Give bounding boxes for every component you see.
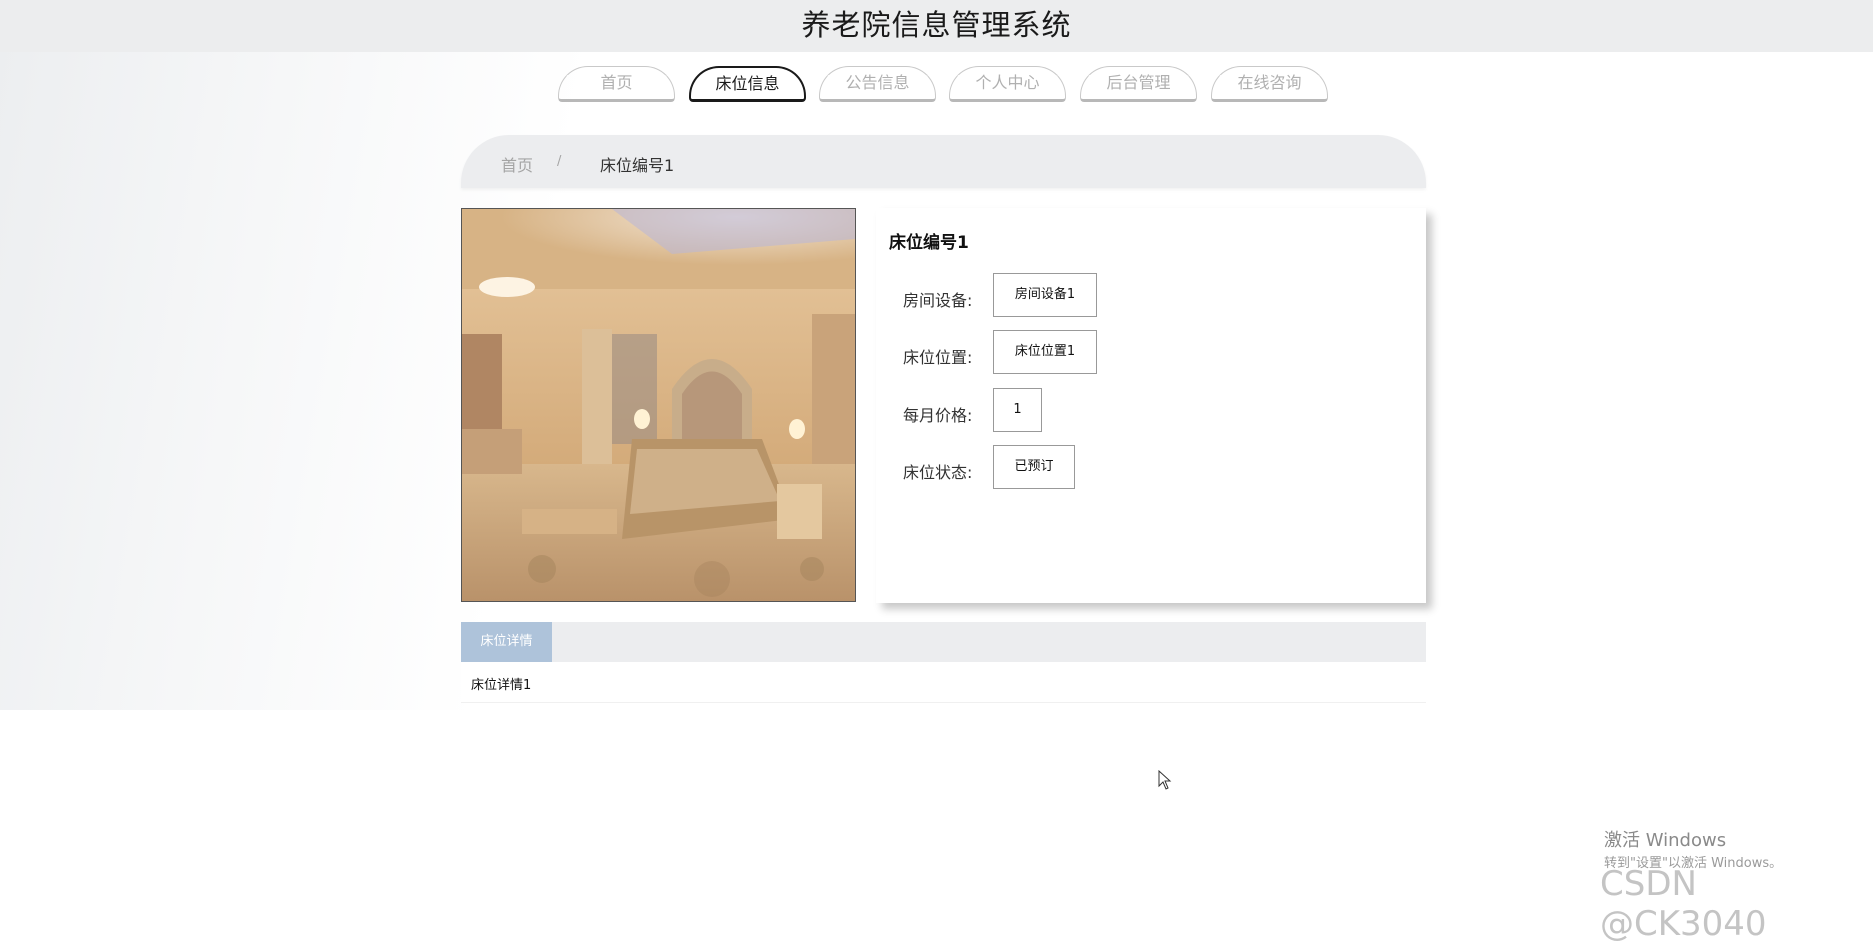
equipment-value: 房间设备1	[993, 273, 1097, 317]
nav-tab-home[interactable]: 首页	[558, 66, 675, 102]
bed-status-value: 已预订	[993, 445, 1075, 489]
bed-name: 床位编号1	[889, 233, 969, 253]
nav-tab-admin[interactable]: 后台管理	[1080, 66, 1197, 102]
bed-info-card: 床位编号1 房间设备: 房间设备1 床位位置: 床位位置1 每月价格: 1 床位…	[876, 208, 1426, 603]
monthly-price-label: 每月价格:	[903, 406, 973, 425]
detail-content: 床位详情1	[461, 662, 1426, 703]
equipment-label: 房间设备:	[903, 291, 973, 310]
breadcrumb-separator: /	[557, 154, 562, 169]
tab-bed-details[interactable]: 床位详情	[461, 622, 552, 662]
main-nav: 首页 床位信息 公告信息 个人中心 后台管理 在线咨询	[558, 66, 1332, 104]
nav-tab-bed-info[interactable]: 床位信息	[689, 66, 806, 102]
monthly-price-value: 1	[993, 388, 1042, 432]
site-header: 养老院信息管理系统	[0, 0, 1873, 52]
location-label: 床位位置:	[903, 348, 973, 367]
breadcrumb-home-link[interactable]: 首页	[501, 152, 533, 176]
breadcrumb-current: 床位编号1	[600, 156, 675, 175]
breadcrumb: 首页 / 床位编号1	[461, 135, 1426, 188]
nav-tab-online-consult[interactable]: 在线咨询	[1211, 66, 1328, 102]
detail-tab-bar: 床位详情	[461, 622, 1426, 662]
detail-text: 床位详情1	[471, 678, 532, 693]
nav-tab-announcements[interactable]: 公告信息	[819, 66, 936, 102]
nav-tab-personal-center[interactable]: 个人中心	[949, 66, 1066, 102]
site-title: 养老院信息管理系统	[801, 8, 1072, 42]
windows-activation-title: 激活 Windows	[1604, 830, 1727, 851]
csdn-watermark: CSDN @CK3040	[1600, 864, 1767, 944]
bed-photo	[461, 208, 856, 602]
location-value: 床位位置1	[993, 330, 1097, 374]
bed-status-label: 床位状态:	[903, 463, 973, 482]
mouse-cursor-icon	[1158, 769, 1172, 794]
